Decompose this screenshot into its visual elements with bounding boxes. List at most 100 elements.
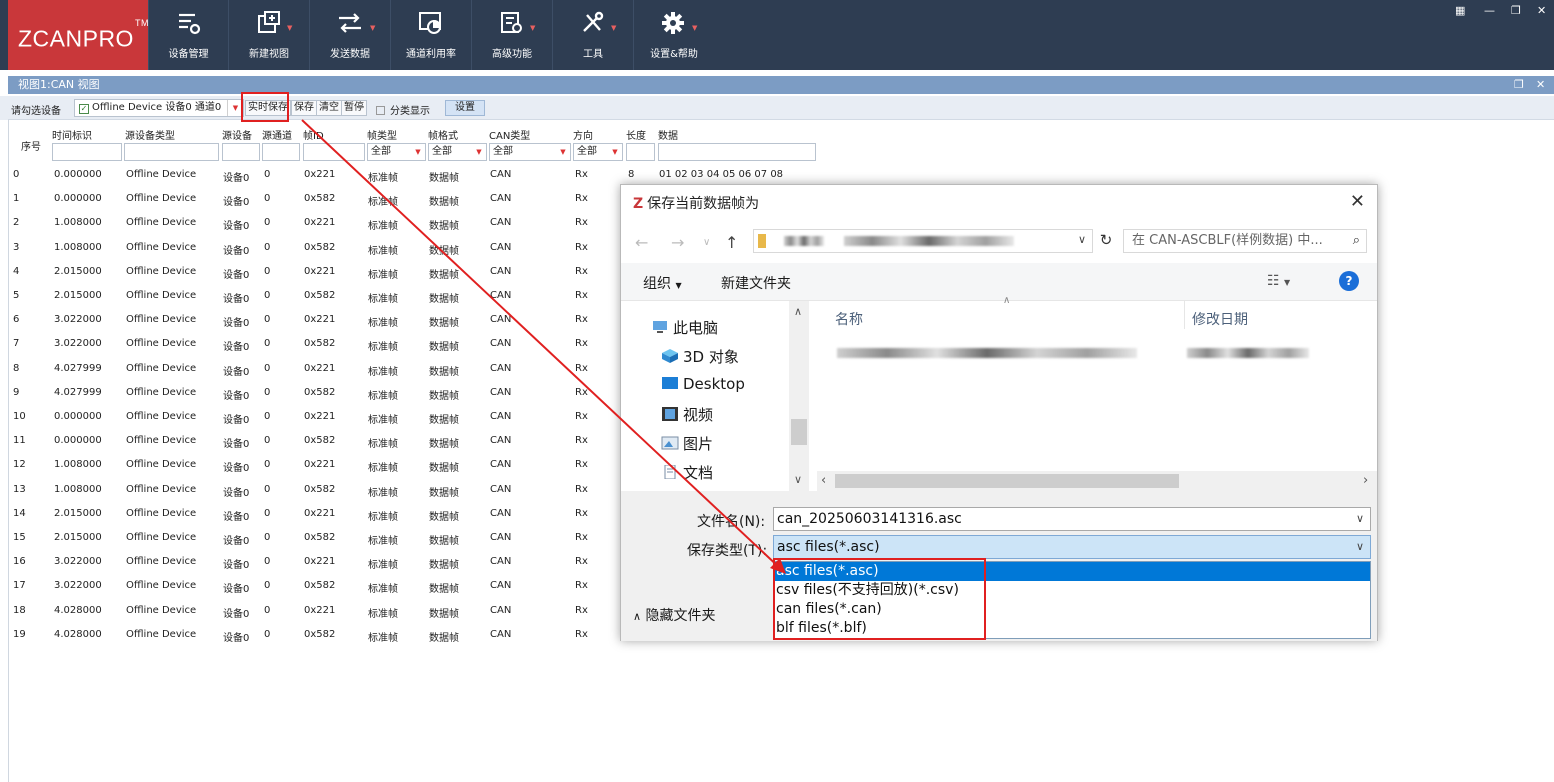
chevron-down-icon[interactable]: ∨ bbox=[794, 473, 802, 486]
up-arrow-icon[interactable]: ↑ bbox=[725, 233, 738, 252]
view-options-icon[interactable]: ☷ ▼ bbox=[1267, 273, 1290, 289]
new-folder-button[interactable]: 新建文件夹 bbox=[721, 273, 791, 293]
cell-frame-id: 0x221 bbox=[304, 169, 336, 180]
clear-button[interactable]: 清空 bbox=[316, 100, 342, 116]
cell-frame-fmt: 数据帧 bbox=[429, 294, 459, 305]
chevron-down-icon[interactable]: ∨ bbox=[703, 237, 710, 248]
cell-src-type: Offline Device bbox=[126, 338, 197, 350]
tree-label: 文档 bbox=[683, 464, 714, 482]
filter-src-dev-input[interactable] bbox=[222, 143, 260, 161]
column-header-name[interactable]: 名称 bbox=[835, 309, 863, 329]
cell-frame-id: 0x582 bbox=[304, 290, 336, 301]
column-header-modified[interactable]: 修改日期 bbox=[1192, 309, 1248, 329]
tree-item-3d-objects[interactable]: 3D 对象 bbox=[661, 346, 739, 367]
blurred-file-date bbox=[1187, 348, 1309, 358]
chevron-up-icon[interactable]: ∧ bbox=[794, 305, 802, 318]
minimize-icon[interactable]: — bbox=[1484, 4, 1495, 17]
path-bar[interactable]: ∨ bbox=[753, 229, 1093, 253]
restore-icon[interactable]: ❐ bbox=[1511, 4, 1521, 17]
classify-checkbox[interactable]: 分类显示 bbox=[376, 102, 430, 117]
pause-button[interactable]: 暂停 bbox=[341, 100, 367, 116]
toolbar-channel-usage-button[interactable]: 通道利用率 bbox=[390, 0, 471, 70]
file-list-hscrollbar[interactable]: ‹ › bbox=[817, 471, 1377, 491]
filter-can-type-select[interactable]: 全部 ▼ bbox=[489, 143, 571, 161]
cell-can-type: CAN bbox=[490, 314, 512, 326]
filter-frame-type-select[interactable]: 全部 ▼ bbox=[367, 143, 426, 161]
computer-icon bbox=[653, 321, 667, 333]
cell-can-type: CAN bbox=[490, 265, 512, 277]
cell-src-ch: 0 bbox=[264, 217, 271, 229]
grid-icon[interactable]: ▦ bbox=[1455, 4, 1465, 17]
tree-item-desktop[interactable]: Desktop bbox=[661, 375, 745, 393]
filter-data-input[interactable] bbox=[658, 143, 816, 161]
scrollbar-thumb[interactable] bbox=[791, 419, 807, 445]
cell-seq: 18 bbox=[13, 604, 26, 616]
cell-src-type: Offline Device bbox=[126, 435, 197, 447]
tree-item-videos[interactable]: 视频 bbox=[661, 404, 713, 425]
cell-can-type: CAN bbox=[490, 169, 512, 180]
filter-direction-select[interactable]: 全部 ▼ bbox=[573, 143, 623, 161]
cell-frame-type: 标准帧 bbox=[368, 463, 398, 475]
device-select[interactable]: ✓ Offline Device 设备0 通道0 ▼ bbox=[74, 99, 244, 117]
tree-item-documents[interactable]: 文档 bbox=[661, 462, 713, 483]
desktop-icon bbox=[662, 377, 678, 389]
cell-frame-id: 0x582 bbox=[304, 241, 336, 253]
close-icon[interactable]: ✕ bbox=[1536, 76, 1545, 94]
filter-frame-fmt-select[interactable]: 全部 ▼ bbox=[428, 143, 487, 161]
settings-button[interactable]: 设置 bbox=[445, 100, 485, 116]
chevron-down-icon[interactable]: ∨ bbox=[1078, 233, 1086, 246]
device-checkbox[interactable]: ✓ bbox=[79, 104, 89, 114]
hide-folders-button[interactable]: ∧ 隐藏文件夹 bbox=[633, 605, 716, 625]
forward-arrow-icon[interactable]: → bbox=[671, 233, 684, 252]
filetype-select[interactable]: asc files(*.asc) ∨ bbox=[773, 535, 1371, 559]
cell-time: 3.022000 bbox=[54, 314, 102, 326]
column-header-src-type: 源设备类型 bbox=[125, 131, 175, 142]
chevron-right-icon[interactable]: › bbox=[1363, 473, 1368, 488]
toolbar-advanced-button[interactable]: ▼ 高级功能 bbox=[471, 0, 552, 70]
cell-frame-id: 0x221 bbox=[304, 507, 336, 519]
toolbar-new-view-button[interactable]: ▼ 新建视图 bbox=[228, 0, 309, 70]
filter-time-input[interactable] bbox=[52, 143, 122, 161]
toolbar-tools-button[interactable]: ▼ 工具 bbox=[552, 0, 633, 70]
cell-frame-fmt: 数据帧 bbox=[429, 245, 459, 257]
cell-frame-type: 标准帧 bbox=[368, 221, 398, 233]
chevron-down-icon: ▼ bbox=[675, 281, 682, 290]
toolbar-label: 发送数据 bbox=[330, 49, 370, 60]
scrollbar-thumb[interactable] bbox=[835, 474, 1179, 488]
cell-src-ch: 0 bbox=[264, 580, 271, 592]
tree-item-this-pc[interactable]: 此电脑 bbox=[651, 317, 718, 338]
filter-frame-id-input[interactable] bbox=[303, 143, 365, 161]
close-icon[interactable]: ✕ bbox=[1350, 191, 1365, 212]
blurred-file-name[interactable] bbox=[837, 348, 1137, 358]
cell-can-type: CAN bbox=[490, 241, 512, 253]
toolbar-device-manage-button[interactable]: 设备管理 bbox=[148, 0, 228, 70]
cell-src-ch: 0 bbox=[264, 507, 271, 519]
cell-src-type: Offline Device bbox=[126, 169, 197, 180]
restore-icon[interactable]: ❐ bbox=[1514, 76, 1524, 94]
cell-frame-fmt: 数据帧 bbox=[429, 463, 459, 475]
filter-src-type-input[interactable] bbox=[124, 143, 219, 161]
chevron-left-icon[interactable]: ‹ bbox=[821, 473, 826, 488]
refresh-icon[interactable]: ↻ bbox=[1095, 231, 1117, 253]
cell-frame-id: 0x582 bbox=[304, 386, 336, 398]
tree-item-pictures[interactable]: 图片 bbox=[661, 433, 713, 454]
filename-input[interactable]: can_20250603141316.asc ∨ bbox=[773, 507, 1371, 531]
close-icon[interactable]: ✕ bbox=[1537, 4, 1546, 17]
toolbar-send-data-button[interactable]: ▼ 发送数据 bbox=[309, 0, 390, 70]
search-placeholder: 在 CAN-ASCBLF(样例数据) 中... bbox=[1132, 233, 1323, 248]
nav-pane-scrollbar[interactable]: ∧ ∨ bbox=[789, 301, 809, 491]
search-input[interactable]: 在 CAN-ASCBLF(样例数据) 中... ⌕ bbox=[1123, 229, 1367, 253]
organize-button[interactable]: 组织 ▼ bbox=[643, 273, 682, 293]
chevron-down-icon[interactable]: ∨ bbox=[1356, 536, 1364, 558]
toolbar-settings-help-button[interactable]: ▼ 设置&帮助 bbox=[633, 0, 714, 70]
filter-length-input[interactable] bbox=[626, 143, 655, 161]
chevron-down-icon[interactable]: ∨ bbox=[1356, 508, 1364, 530]
help-icon[interactable]: ? bbox=[1339, 271, 1359, 291]
save-button[interactable]: 保存 bbox=[291, 100, 317, 116]
filetype-value: asc files(*.asc) bbox=[777, 539, 880, 555]
cell-src-dev: 设备0 bbox=[223, 173, 250, 184]
cell-frame-id: 0x221 bbox=[304, 411, 336, 422]
cell-frame-type: 标准帧 bbox=[368, 245, 398, 257]
filter-src-ch-input[interactable] bbox=[262, 143, 300, 161]
back-arrow-icon[interactable]: ← bbox=[635, 233, 648, 252]
